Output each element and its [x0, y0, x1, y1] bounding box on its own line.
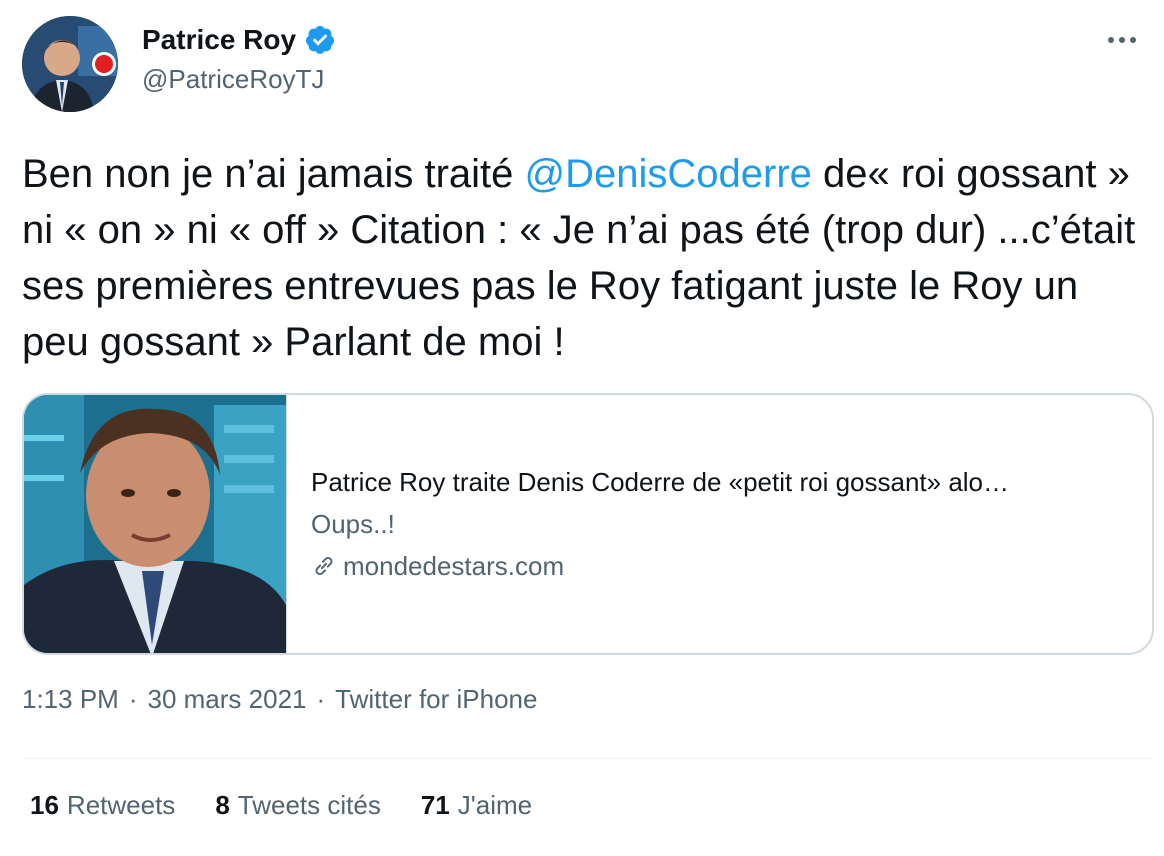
divider — [22, 758, 1154, 759]
tweet-stats: 16 Retweets 8 Tweets cités 71 J'aime — [30, 790, 572, 821]
meta-separator: · — [316, 684, 326, 714]
dot — [1119, 37, 1125, 43]
author-names: Patrice Roy @PatriceRoyTJ — [142, 20, 336, 95]
more-options-icon[interactable] — [1102, 30, 1142, 50]
quotes-count: 8 — [215, 790, 230, 820]
tweet-time[interactable]: 1:13 PM — [22, 684, 119, 715]
card-description: Oups..! — [311, 509, 395, 539]
link-preview-card[interactable]: Patrice Roy traite Denis Coderre de «pet… — [22, 393, 1154, 655]
meta-separator: · — [128, 684, 138, 714]
retweets-label: Retweets — [66, 790, 176, 820]
tweet-meta: 1:13 PM · 30 mars 2021 · Twitter for iPh… — [22, 684, 537, 715]
dot — [1108, 37, 1114, 43]
likes-stat[interactable]: 71 J'aime — [421, 790, 532, 821]
tweet-header: Patrice Roy @PatriceRoyTJ — [22, 14, 1142, 114]
retweets-count: 16 — [30, 790, 59, 820]
mention-link[interactable]: @DenisCoderre — [525, 152, 812, 196]
tweet-date[interactable]: 30 mars 2021 — [148, 684, 307, 715]
tweet-source[interactable]: Twitter for iPhone — [335, 684, 537, 715]
quote-tweets-stat[interactable]: 8 Tweets cités — [215, 790, 381, 821]
verified-badge-icon — [306, 26, 335, 54]
likes-count: 71 — [420, 790, 450, 820]
dot — [1130, 37, 1136, 43]
avatar-photo-icon — [22, 16, 118, 112]
retweets-stat[interactable]: 16 Retweets — [30, 790, 175, 821]
author-handle[interactable]: @PatriceRoyTJ — [142, 64, 336, 95]
card-domain: mondedestars.com — [343, 551, 565, 581]
card-domain-row: mondedestars.com — [311, 548, 1128, 584]
card-title: Patrice Roy traite Denis Coderre de «pet… — [311, 467, 1010, 497]
card-photo-icon — [24, 395, 286, 653]
tweet-text-before: Ben non je n’ai jamais traité — [22, 152, 525, 196]
card-thumbnail — [24, 395, 286, 653]
link-icon — [315, 557, 333, 575]
author-avatar[interactable] — [22, 16, 118, 112]
tweet-text: Ben non je n’ai jamais traité @DenisCode… — [22, 146, 1152, 370]
author-display-name[interactable]: Patrice Roy — [142, 24, 296, 56]
likes-label: J'aime — [457, 790, 533, 820]
card-body: Patrice Roy traite Denis Coderre de «pet… — [286, 395, 1152, 653]
quotes-label: Tweets cités — [237, 790, 381, 820]
